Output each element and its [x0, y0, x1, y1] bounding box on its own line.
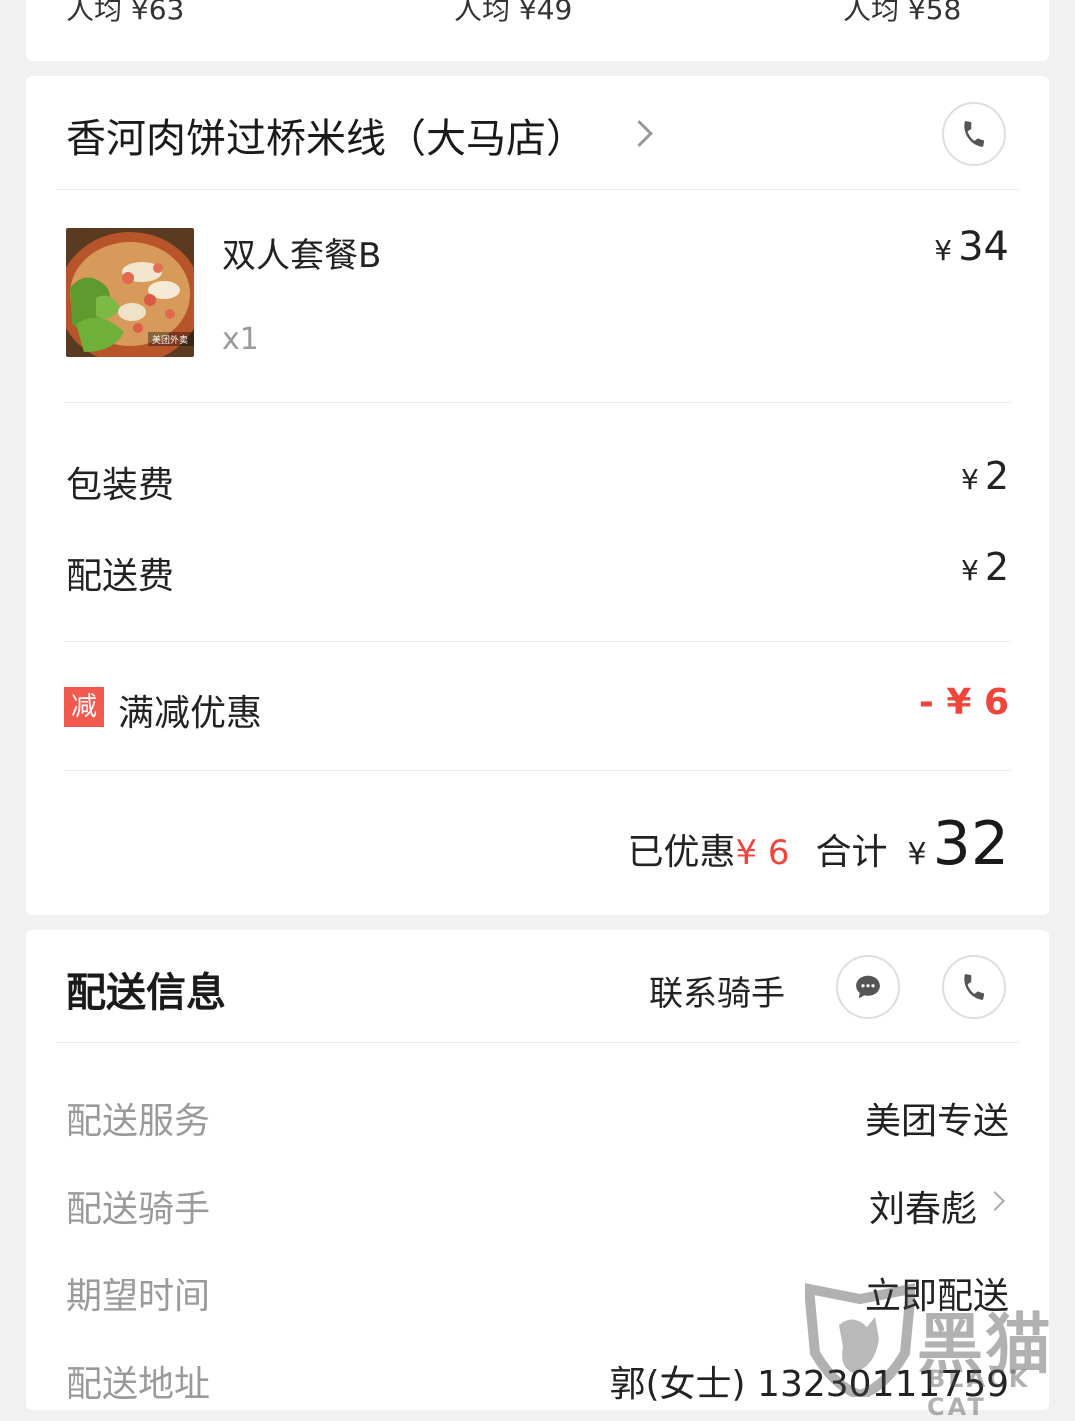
thumb-watermark: 美团外卖 [152, 334, 188, 346]
cat-shield-logo [805, 1283, 915, 1397]
black-cat-watermark: 黑猫 BLACK CAT [805, 1283, 1075, 1421]
saved-value: ¥ 6 [735, 833, 790, 873]
saved-label: 已优惠 [627, 832, 736, 873]
delivery-service-value: 美团专送 [864, 1101, 1009, 1142]
packaging-fee-symbol: ¥ [960, 463, 979, 496]
message-rider-button[interactable] [836, 955, 900, 1019]
packaging-fee-amount: ¥2 [961, 454, 1009, 498]
address-label: 配送地址 [66, 1364, 211, 1405]
item-price-value: 34 [958, 224, 1009, 270]
avg-price-2: 人均 ¥49 [454, 0, 573, 26]
item-name: 双人套餐B [222, 236, 382, 276]
call-rider-button[interactable] [942, 955, 1006, 1019]
divider [56, 189, 1019, 190]
phone-icon [964, 121, 985, 147]
discount-tag: 减 [64, 687, 104, 727]
delivery-service-label: 配送服务 [66, 1101, 211, 1142]
delivery-fee-value: 2 [984, 545, 1009, 589]
discount-label: 满减优惠 [118, 693, 263, 734]
packaging-fee-value: 2 [984, 454, 1009, 498]
total-symbol: ¥ [907, 837, 927, 872]
divider [64, 402, 1011, 403]
avg-price-1: 人均 ¥63 [66, 0, 185, 26]
chat-icon [856, 975, 880, 999]
watermark-subtext: BLACK CAT [927, 1365, 1031, 1421]
contact-rider-label: 联系骑手 [649, 974, 785, 1014]
call-shop-button[interactable] [942, 102, 1006, 166]
section-title: 配送信息 [66, 970, 226, 1016]
shop-name[interactable]: 香河肉饼过桥米线（大马店） [66, 106, 586, 164]
food-thumbnail: 美团外卖 [66, 228, 194, 357]
restaurant-recommendation-strip: 人均 ¥63 人均 ¥49 人均 ¥58 [26, 0, 1049, 61]
item-price: ¥34 [934, 224, 1009, 270]
rider-name[interactable]: 刘春彪 [869, 1180, 977, 1232]
divider [64, 641, 1011, 642]
discount-amount: - ¥ 6 [918, 682, 1009, 723]
packaging-fee-label: 包装费 [66, 465, 175, 506]
rider-label: 配送骑手 [66, 1189, 211, 1230]
total-label: 合计 [815, 832, 888, 873]
avg-price-3: 人均 ¥58 [843, 0, 962, 26]
order-card: 香河肉饼过桥米线（大马店） 美团外卖 双人套餐B x1 ¥ 34 包装费 ¥ 2… [26, 76, 1049, 915]
phone-icon [964, 974, 985, 1000]
chevron-right-icon [626, 120, 653, 147]
item-quantity: x1 [222, 322, 259, 357]
delivery-fee-symbol: ¥ [960, 554, 979, 587]
divider [56, 1042, 1019, 1043]
order-total-row: 已优惠¥ 6 合计 ¥32 [627, 809, 1009, 879]
delivery-fee-label: 配送费 [66, 556, 175, 597]
expected-time-label: 期望时间 [66, 1276, 211, 1317]
item-price-symbol: ¥ [934, 234, 953, 267]
delivery-fee-amount: ¥2 [961, 545, 1009, 589]
chevron-right-icon [985, 1191, 1005, 1211]
total-value: 32 [932, 809, 1009, 879]
divider [64, 770, 1011, 771]
